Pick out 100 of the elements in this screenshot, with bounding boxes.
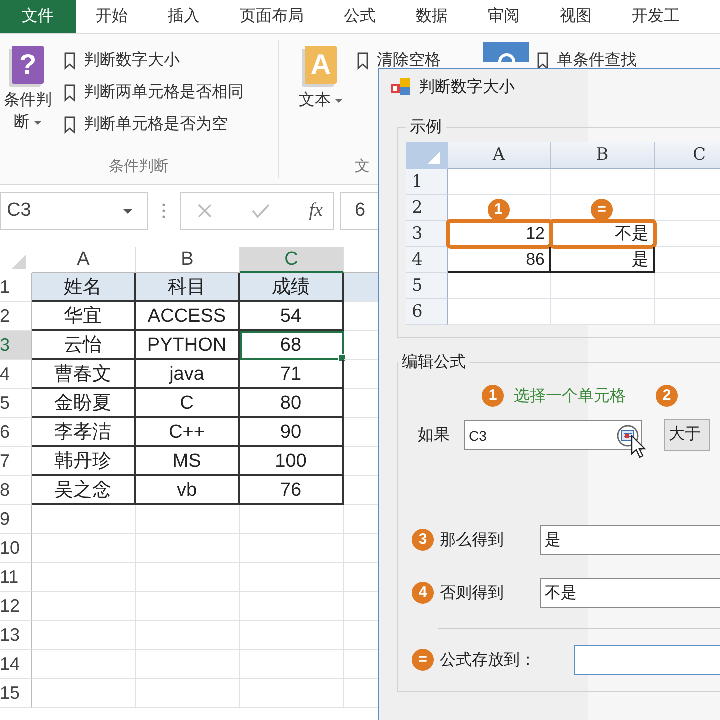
menu-tab[interactable]: 数据 [396, 0, 468, 33]
table-cell: 是 [551, 247, 655, 273]
table-cell: 成绩 [240, 273, 344, 302]
input-field[interactable]: 是 [540, 525, 720, 555]
row-header[interactable]: 5 [0, 389, 32, 418]
cancel-icon[interactable] [197, 203, 213, 219]
table-cell: 80 [240, 389, 344, 418]
input-field[interactable] [574, 645, 720, 675]
row-header[interactable]: 8 [0, 476, 32, 505]
select-all-icon [406, 142, 448, 169]
field-label: 那么得到 [440, 530, 505, 550]
ribbon-button[interactable]: A 文本 [293, 40, 349, 156]
help-book-icon: ? [12, 46, 44, 84]
column-header[interactable]: C [240, 247, 344, 273]
table-cell: MS [136, 447, 240, 476]
dialog-title: 判断数字大小 [419, 78, 515, 98]
bookmark-icon [537, 52, 549, 70]
fill-handle[interactable] [338, 354, 346, 362]
table-cell: 68 [240, 331, 344, 360]
table-cell: 科目 [136, 273, 240, 302]
drag-handle-icon[interactable] [162, 202, 166, 220]
table-cell: C [136, 389, 240, 418]
ribbon-item[interactable]: 单条件查找 [537, 48, 637, 74]
table-cell: java [136, 360, 240, 389]
column-header: B [551, 142, 655, 169]
row-header[interactable]: 3 [0, 331, 32, 360]
row-header[interactable]: 13 [0, 621, 32, 650]
row-header[interactable]: 4 [0, 360, 32, 389]
ribbon-item[interactable]: 判断单元格是否为空 [64, 112, 244, 138]
table-cell: ACCESS [136, 302, 240, 331]
table-cell: 金盼夏 [32, 389, 136, 418]
row-header[interactable]: 9 [0, 505, 32, 534]
row-header[interactable]: 14 [0, 650, 32, 679]
lookup-icon[interactable] [483, 42, 529, 62]
menu-tab[interactable]: 插入 [148, 0, 220, 33]
row-header: 6 [406, 299, 448, 325]
ribbon-item[interactable]: 判断两单元格是否相同 [64, 80, 244, 106]
row-header[interactable]: 15 [0, 679, 32, 708]
table-cell: 100 [240, 447, 344, 476]
caret-icon [123, 208, 133, 214]
group-title: 示例 [409, 118, 443, 138]
step-badge: 4 [412, 582, 434, 604]
text-book-icon: A [305, 46, 337, 84]
table-cell: 华宜 [32, 302, 136, 331]
column-header: A [448, 142, 551, 169]
menu-tab[interactable]: 开始 [76, 0, 148, 33]
table-cell: 云怡 [32, 331, 136, 360]
column-header: C [655, 142, 720, 169]
operator-dropdown[interactable]: 大于 [664, 419, 710, 451]
menu-tab[interactable]: 页面布局 [220, 0, 324, 33]
step-badge: 1 [488, 199, 510, 221]
bookmark-icon [64, 84, 76, 102]
menu-tab[interactable]: 审阅 [468, 0, 540, 33]
row-header[interactable]: 10 [0, 534, 32, 563]
step-badge: 3 [412, 529, 434, 551]
row-header: 5 [406, 273, 448, 299]
field-label: 公式存放到： [440, 650, 537, 670]
step-badge: = [412, 649, 434, 671]
input-field[interactable]: 不是 [540, 578, 720, 608]
ribbon-button[interactable]: ? 条件判断 [0, 40, 56, 156]
row-header: 1 [406, 169, 448, 195]
table-cell: 86 [448, 247, 551, 273]
group-label: 文 [354, 157, 370, 177]
row-header: 2 [406, 195, 448, 221]
insert-function-button[interactable]: fx [309, 200, 323, 222]
field-label: 如果 [418, 426, 450, 446]
table-cell: 54 [240, 302, 344, 331]
ribbon-item[interactable]: 判断数字大小 [64, 48, 244, 74]
table-cell: 90 [240, 418, 344, 447]
name-box[interactable]: C3 [0, 192, 148, 230]
app-icon [391, 78, 411, 96]
row-header[interactable]: 11 [0, 563, 32, 592]
menu-tab[interactable]: 视图 [540, 0, 612, 33]
table-cell: 76 [240, 476, 344, 505]
row-header: 4 [406, 247, 448, 273]
bookmark-icon [64, 116, 76, 134]
row-header[interactable]: 12 [0, 592, 32, 621]
table-cell: 李孝洁 [32, 418, 136, 447]
step-badge: 2 [656, 385, 678, 407]
menu-tab[interactable]: 文件 [0, 0, 76, 33]
field-label: 否则得到 [440, 584, 505, 604]
step-badge: 1 [482, 385, 504, 407]
table-cell: 吴之念 [32, 476, 136, 505]
table-cell: 韩丹珍 [32, 447, 136, 476]
table-cell: vb [136, 476, 240, 505]
menu-tab[interactable]: 公式 [324, 0, 396, 33]
row-header[interactable]: 6 [0, 418, 32, 447]
table-cell: 姓名 [32, 273, 136, 302]
bookmark-icon [64, 52, 76, 70]
table-cell: PYTHON [136, 331, 240, 360]
row-header: 3 [406, 221, 448, 247]
check-icon[interactable] [252, 203, 270, 219]
group-label: 条件判断 [108, 157, 170, 177]
menu-tab[interactable]: 开发工 [612, 0, 700, 33]
table-cell: 71 [240, 360, 344, 389]
row-header[interactable]: 7 [0, 447, 32, 476]
mouse-pointer-icon [631, 435, 647, 459]
bookmark-icon [357, 52, 369, 70]
ribbon-item[interactable]: 清除空格 [357, 48, 441, 74]
table-cell: C++ [136, 418, 240, 447]
